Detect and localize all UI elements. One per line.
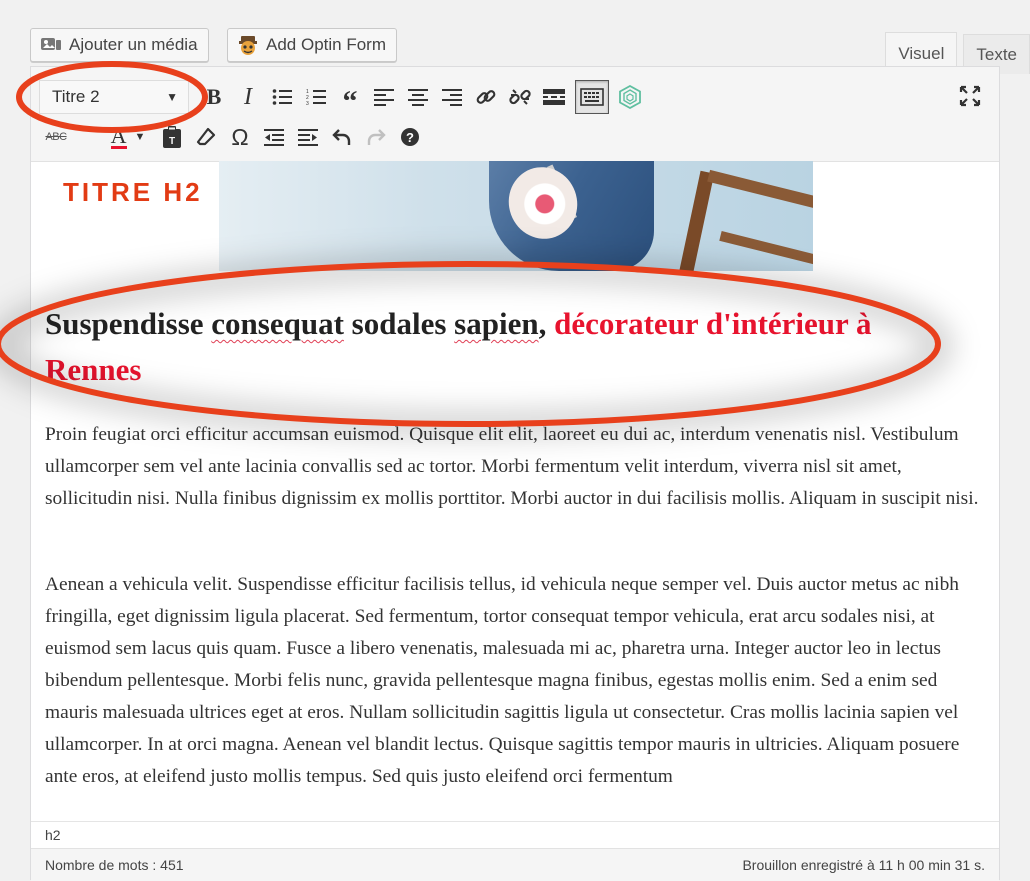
align-center-button[interactable] xyxy=(401,80,435,114)
align-center-icon xyxy=(408,89,428,106)
undo-button[interactable] xyxy=(325,120,359,154)
format-select[interactable]: Titre 2 ▼ xyxy=(39,80,189,114)
media-icon xyxy=(39,34,63,56)
toolbar-toggle-button[interactable] xyxy=(575,80,609,114)
numbered-list-button[interactable]: 123 xyxy=(299,80,333,114)
eraser-icon xyxy=(196,127,216,146)
strikethrough-button[interactable]: ABC xyxy=(39,120,73,154)
editor-top-bar: Ajouter un média Add Optin Form Visuel T… xyxy=(30,26,1030,74)
image-ladder-step-top xyxy=(707,169,813,209)
path-h2[interactable]: h2 xyxy=(45,827,61,843)
paragraph-2: Aenean a vehicula velit. Suspendisse eff… xyxy=(45,574,960,787)
add-media-button[interactable]: Ajouter un média xyxy=(30,28,209,62)
autosave-status: Brouillon enregistré à 11 h 00 min 31 s. xyxy=(742,857,985,873)
quote-icon: “ xyxy=(342,85,358,118)
omega-icon: Ω xyxy=(231,123,249,150)
italic-button[interactable]: I xyxy=(231,80,265,114)
link-icon xyxy=(476,90,496,104)
toolbar-row-1: Titre 2 ▼ B I 123 “ xyxy=(39,79,647,118)
help-icon: ? xyxy=(401,128,419,146)
fullscreen-icon xyxy=(959,85,981,107)
svg-text:?: ? xyxy=(406,130,414,145)
indent-button[interactable] xyxy=(291,120,325,154)
shortcodes-button[interactable] xyxy=(613,80,647,114)
align-left-button[interactable] xyxy=(367,80,401,114)
indent-icon xyxy=(298,129,318,146)
heading-comma: , xyxy=(538,306,547,341)
undo-icon xyxy=(332,129,351,145)
svg-text:T: T xyxy=(169,136,175,147)
outdent-button[interactable] xyxy=(257,120,291,154)
add-optin-form-button[interactable]: Add Optin Form xyxy=(227,28,397,62)
heading-word-misspelled: consequat xyxy=(211,306,344,341)
paste-text-button[interactable]: T xyxy=(155,120,189,154)
hexagon-logo-icon xyxy=(619,85,641,109)
insert-more-button[interactable] xyxy=(537,80,571,114)
redo-button[interactable] xyxy=(359,120,393,154)
editor-content[interactable]: TITRE H2 Suspendisse consequat sodales s… xyxy=(31,161,999,821)
align-left-icon xyxy=(374,89,394,106)
redo-icon xyxy=(367,129,386,145)
strikethrough-icon: ABC xyxy=(45,131,67,143)
status-bar: Nombre de mots : 451 Brouillon enregistr… xyxy=(31,848,999,881)
bullet-list-icon xyxy=(272,89,292,105)
insert-link-button[interactable] xyxy=(469,80,503,114)
text-color-icon: A xyxy=(110,122,127,149)
editor-toolbar: Titre 2 ▼ B I 123 “ ABC A ▼ T Ω ? xyxy=(31,67,999,162)
image-ladder-leg xyxy=(677,170,715,271)
svg-text:3: 3 xyxy=(306,101,309,106)
add-optin-label: Add Optin Form xyxy=(266,35,386,54)
read-more-icon xyxy=(543,89,565,105)
element-path: h2 xyxy=(31,821,999,848)
image-ladder-step-bottom xyxy=(719,231,813,265)
tinymce-editor: Titre 2 ▼ B I 123 “ ABC A ▼ T Ω ? TITRE … xyxy=(30,66,1000,881)
format-select-value: Titre 2 xyxy=(52,87,100,106)
bold-button[interactable]: B xyxy=(197,80,231,114)
unlink-icon xyxy=(509,89,531,105)
word-count: Nombre de mots : 451 xyxy=(45,857,184,873)
banner-title: TITRE H2 xyxy=(63,177,203,207)
heading-word: Suspendisse xyxy=(45,306,204,341)
clear-formatting-button[interactable] xyxy=(189,120,223,154)
content-heading-h2: Suspendisse consequat sodales sapien, dé… xyxy=(45,301,945,393)
align-right-icon xyxy=(442,89,462,106)
header-image xyxy=(219,161,813,271)
optin-monster-icon xyxy=(236,34,260,56)
text-color-button[interactable]: A ▼ xyxy=(101,120,155,154)
keyboard-shortcuts-button[interactable]: ? xyxy=(393,120,427,154)
outdent-icon xyxy=(264,129,284,146)
remove-link-button[interactable] xyxy=(503,80,537,114)
fullscreen-button[interactable] xyxy=(953,79,987,113)
blockquote-button[interactable]: “ xyxy=(333,80,367,118)
special-character-button[interactable]: Ω xyxy=(223,120,257,154)
add-media-label: Ajouter un média xyxy=(69,35,198,54)
numbered-list-icon: 123 xyxy=(306,89,326,106)
paragraph-1: Proin feugiat orci efficitur accumsan eu… xyxy=(45,424,979,509)
heading-word-misspelled: sapien xyxy=(454,306,539,341)
keyboard-icon xyxy=(580,88,604,106)
toolbar-row-2: ABC A ▼ T Ω ? xyxy=(39,119,427,155)
align-right-button[interactable] xyxy=(435,80,469,114)
chevron-down-icon: ▼ xyxy=(134,131,146,143)
bullet-list-button[interactable] xyxy=(265,80,299,114)
heading-word: sodales xyxy=(351,306,447,341)
clipboard-icon: T xyxy=(163,126,181,148)
chevron-down-icon: ▼ xyxy=(166,90,178,104)
